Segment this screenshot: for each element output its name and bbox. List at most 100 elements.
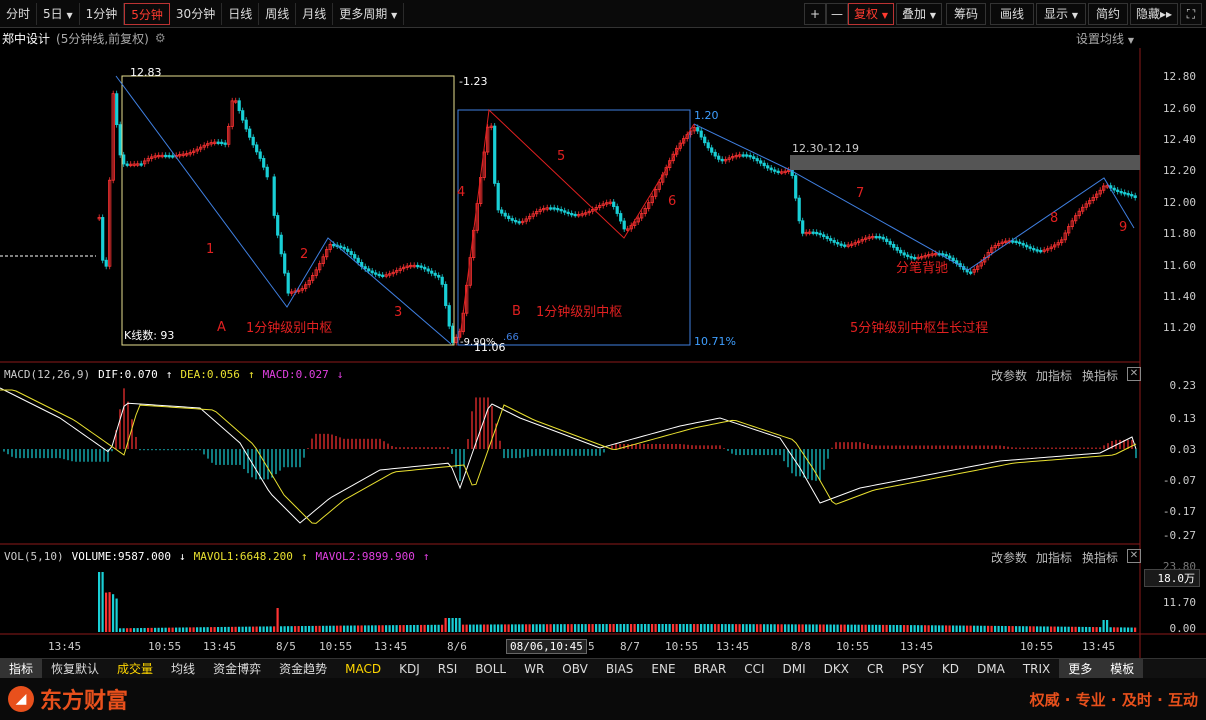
macd-param-button[interactable]: 改参数 [991,367,1027,384]
indicator-tab[interactable]: BRAR [685,659,736,679]
indicator-tab[interactable]: 成交量 [108,659,162,679]
period-day[interactable]: 日线 [222,2,260,25]
volume-bar [976,625,979,632]
volume-bar [840,624,843,632]
macd-axis: 0.23 0.13 0.03 -0.07 -0.17 -0.27 [1146,370,1206,550]
volume-bar [945,625,948,632]
indicator-tab[interactable]: KD [933,659,968,679]
indicator-tab[interactable]: DMI [774,659,815,679]
vol-param-button[interactable]: 改参数 [991,549,1027,566]
volume-bar [465,624,468,632]
indicator-tab[interactable]: CCI [735,659,773,679]
macd-switch-button[interactable]: 换指标 [1082,367,1118,384]
volume-bar [763,624,766,632]
volume-bar [728,624,731,632]
volume-bar [521,624,524,632]
box-a-text: 1分钟级别中枢 [246,320,332,336]
indicator-tab[interactable]: 模板 [1101,658,1144,679]
indicator-tab[interactable]: DKX [815,659,858,679]
period-more[interactable]: 更多周期 ▼ [333,2,405,25]
indicator-tab[interactable]: 指标 [0,658,43,679]
chart-info: (5分钟线,前复权) [56,31,149,46]
hide-button[interactable]: 隐藏▸▸ [1130,3,1178,25]
vol-add-button[interactable]: 加指标 [1036,549,1072,566]
volume-bar [994,625,997,632]
box-b-low-label: .66 [503,332,519,343]
period-month[interactable]: 月线 [296,2,334,25]
macd-tick: -0.27 [1162,529,1196,542]
indicator-tab[interactable]: CR [858,659,893,679]
volume-bar [962,625,965,632]
volume-bar [983,625,986,632]
volume-bar [493,624,496,632]
indicator-tab[interactable]: TRIX [1014,659,1059,679]
volume-bar [1032,626,1035,632]
volume-bar [609,624,612,632]
indicator-tab[interactable]: ENE [642,659,684,679]
volume-bar [815,624,818,632]
fullscreen-button[interactable]: ⛶ [1180,3,1202,25]
draw-button[interactable]: 画线 [990,3,1034,25]
period-5day[interactable]: 5日 ▼ [37,2,80,25]
overlay-button[interactable]: 叠加 ▼ [896,3,942,25]
period-week[interactable]: 周线 [259,2,297,25]
kcount-label: K线数: 93 [124,328,174,342]
box-b-letter: B [512,304,521,319]
volume-bar [745,624,748,632]
fuquan-button[interactable]: 复权 ▼ [848,3,894,25]
indicator-tab[interactable]: BOLL [466,659,515,679]
vol-close-icon[interactable]: ✕ [1127,549,1141,563]
stock-info-bar: 郑中设计 (5分钟线,前复权) ⚙ 设置均线 ▼ [0,28,1140,48]
indicator-tab[interactable]: 资金博弈 [204,659,270,679]
indicator-tab[interactable]: KDJ [390,659,429,679]
volume-bar [105,592,108,632]
volume-bar [588,624,591,632]
zoom-out-button[interactable]: — [826,3,848,25]
vol-switch-button[interactable]: 换指标 [1082,549,1118,566]
indicator-tab[interactable]: 均线 [162,659,204,679]
footer-banner: ◢ 东方财富 权威 · 专业 · 及时 · 互动 [0,678,1206,720]
zoom-in-button[interactable]: + [804,3,826,25]
indicator-tab[interactable]: 更多 [1059,658,1102,679]
indicator-tab[interactable]: OBV [553,659,597,679]
volume-bar [857,624,860,632]
volume-bar [108,592,111,632]
indicator-tab[interactable]: DMA [968,659,1014,679]
chip-button[interactable]: 筹码 [946,3,986,25]
indicator-tab[interactable]: WR [515,659,553,679]
volume-bar [360,625,363,632]
price-tick: 12.60 [1162,102,1196,115]
volume-bar [444,618,447,632]
indicator-tab[interactable]: BIAS [597,659,643,679]
period-5min[interactable]: 5分钟 [124,2,170,25]
display-button[interactable]: 显示 ▼ [1036,3,1086,25]
volume-bar [364,625,367,632]
indicator-tab[interactable]: RSI [429,659,467,679]
volume-bar [402,625,405,632]
indicator-tab[interactable]: PSY [893,659,933,679]
volume-bar [101,572,104,632]
period-fenshi[interactable]: 分时 [0,2,38,25]
volume-bar [903,625,906,632]
volume-bar [458,618,461,632]
price-tick: 11.60 [1162,259,1196,272]
settings-gear-icon[interactable]: ⚙ [155,31,166,45]
indicator-tab[interactable]: 资金趋势 [270,659,336,679]
macd-close-icon[interactable]: ✕ [1127,367,1141,381]
vol-tick: 0.00 [1169,622,1197,635]
volume-bar [682,624,685,632]
volume-bar [1046,626,1049,632]
volume-bar [220,626,223,632]
period-1min[interactable]: 1分钟 [80,2,125,25]
indicator-tab[interactable]: MACD [336,659,390,679]
volume-bar [850,624,853,632]
simple-button[interactable]: 简约 [1088,3,1128,25]
period-30min[interactable]: 30分钟 [170,2,223,25]
volume-bar [427,624,430,632]
indicator-tab[interactable]: 恢复默认 [42,659,108,679]
macd-add-button[interactable]: 加指标 [1036,367,1072,384]
volume-bar [500,624,503,632]
set-ma-button[interactable]: 设置均线 ▼ [1076,30,1134,47]
seg-4: 4 [457,185,465,200]
volume-bar [437,624,440,632]
